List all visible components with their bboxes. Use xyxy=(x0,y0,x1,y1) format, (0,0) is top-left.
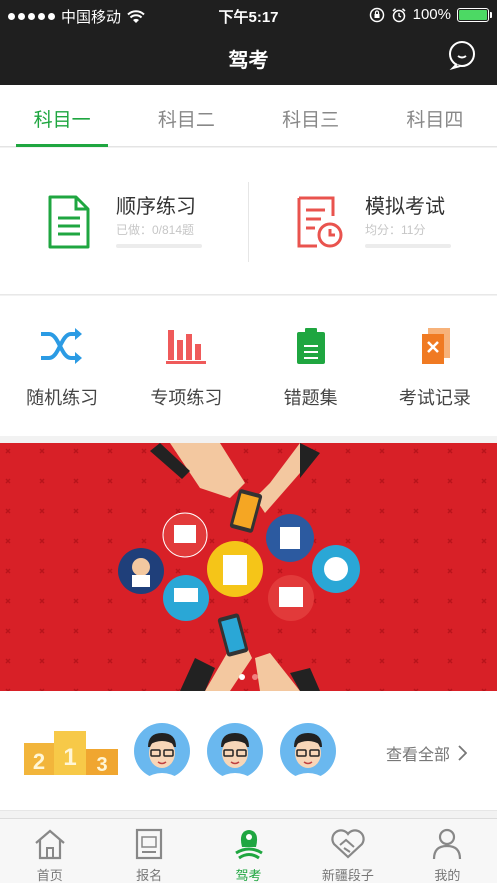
tab-subject-1[interactable]: 科目一 xyxy=(0,85,124,147)
tab-register[interactable]: 报名 xyxy=(99,819,198,883)
driving-test-icon xyxy=(234,830,263,860)
mock-exam-card[interactable]: 模拟考试 均分：11分 xyxy=(249,148,497,295)
random-practice-button[interactable]: 随机练习 xyxy=(0,296,124,436)
exam-record-icon xyxy=(421,328,450,364)
tab-profile[interactable]: 我的 xyxy=(398,819,497,883)
chevron-right-icon xyxy=(458,745,467,761)
podium-second: 2 xyxy=(33,749,45,774)
tab-jokes-label: 新疆段子 xyxy=(321,868,374,883)
banner-illustration xyxy=(0,443,497,691)
sequential-practice-card[interactable]: 顺序练习 已做：0/814题 xyxy=(0,148,248,295)
subject-tabs: 科目一 科目二 科目三 科目四 xyxy=(0,85,497,147)
avatar-3[interactable] xyxy=(280,723,336,779)
podium-first: 1 xyxy=(63,744,76,771)
tab-register-label: 报名 xyxy=(136,868,163,883)
sequential-practice-title: 顺序练习 xyxy=(116,196,196,218)
avatar-2[interactable] xyxy=(207,723,263,779)
tab-home-label: 首页 xyxy=(36,868,63,883)
topic-practice-label: 专项练习 xyxy=(150,388,223,408)
practice-section: 顺序练习 已做：0/814题 模拟考试 均分：11分 xyxy=(0,148,497,295)
sequential-practice-progress-text: 已做：0/814题 xyxy=(116,223,195,237)
exam-record-button[interactable]: 考试记录 xyxy=(373,296,497,436)
tab-driving-test[interactable]: 驾考 xyxy=(199,819,298,883)
avatar-1[interactable] xyxy=(134,723,190,779)
quick-actions: 随机练习 专项练习 错题集 考试记录 xyxy=(0,296,497,436)
status-bar: 中国移动 下午5:17 100% xyxy=(0,0,497,30)
tab-subject-3[interactable]: 科目三 xyxy=(249,85,373,146)
wrong-questions-label: 错题集 xyxy=(283,388,338,408)
alarm-icon xyxy=(392,7,406,22)
tab-profile-label: 我的 xyxy=(434,868,461,883)
handshake-icon xyxy=(331,829,365,859)
tab-jokes[interactable]: 新疆段子 xyxy=(298,819,397,883)
bar-chart-icon xyxy=(166,330,207,364)
wrong-questions-button[interactable]: 错题集 xyxy=(249,296,373,436)
nav-bar: 驾考 xyxy=(0,30,497,85)
clipboard-icon xyxy=(296,328,325,364)
random-practice-label: 随机练习 xyxy=(26,388,99,408)
mock-exam-score-text: 均分：11分 xyxy=(365,223,426,237)
ranking-section[interactable]: 2 1 3 查看全部 xyxy=(0,691,497,811)
sequential-progress-bar xyxy=(116,244,202,248)
podium-third: 3 xyxy=(96,754,107,775)
rotation-lock-icon xyxy=(369,7,384,22)
profile-icon xyxy=(433,828,462,860)
tab-home[interactable]: 首页 xyxy=(0,819,99,883)
exam-record-label: 考试记录 xyxy=(398,388,471,408)
banner-page-dot-2 xyxy=(252,674,258,680)
status-right: 100% xyxy=(369,6,492,23)
mock-exam-title: 模拟考试 xyxy=(365,196,445,218)
home-icon xyxy=(34,829,65,860)
tab-driving-test-label: 驾考 xyxy=(235,868,262,883)
timed-exam-icon xyxy=(297,196,343,248)
chat-bubble-icon[interactable] xyxy=(447,40,477,70)
document-icon xyxy=(48,195,90,249)
tab-subject-4[interactable]: 科目四 xyxy=(373,85,497,146)
banner-page-dot-1 xyxy=(239,674,245,680)
view-all-label: 查看全部 xyxy=(385,747,450,764)
shuffle-icon xyxy=(41,328,83,364)
mock-exam-progress-bar xyxy=(365,244,451,248)
promo-banner[interactable] xyxy=(0,443,497,691)
view-all-link[interactable]: 查看全部 xyxy=(386,741,467,765)
topic-practice-button[interactable]: 专项练习 xyxy=(124,296,248,436)
bottom-tab-bar: 首页 报名 驾考 新疆段子 我的 xyxy=(0,818,497,883)
register-icon xyxy=(136,828,163,860)
battery-icon xyxy=(457,7,492,22)
battery-percent: 100% xyxy=(412,6,451,23)
podium-icon: 2 1 3 xyxy=(24,731,118,775)
page-title: 驾考 xyxy=(228,50,269,72)
tab-subject-2[interactable]: 科目二 xyxy=(124,85,248,146)
